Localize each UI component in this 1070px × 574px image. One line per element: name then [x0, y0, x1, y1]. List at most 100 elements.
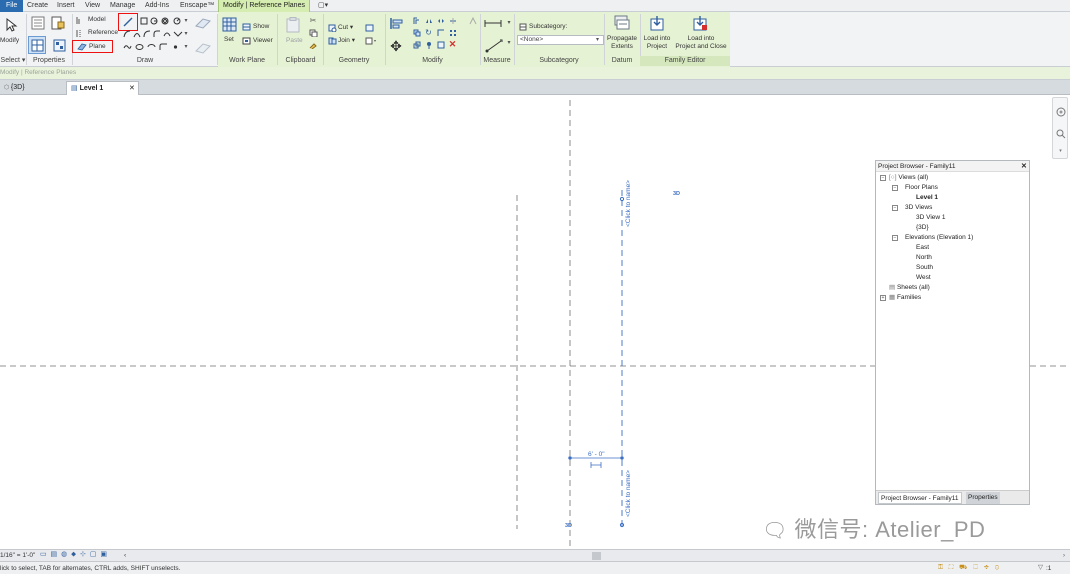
eq-toggle-icon[interactable]	[590, 462, 602, 468]
work-plane-grid-icon[interactable]	[193, 15, 213, 31]
measure-distance-icon[interactable]	[484, 38, 504, 54]
tab-create[interactable]: Create	[27, 0, 48, 12]
modify-cursor-icon[interactable]	[2, 16, 20, 34]
tree-node-3d[interactable]: {3D}	[916, 223, 929, 232]
tab-view[interactable]: View	[85, 0, 100, 12]
subcategory-select[interactable]: <None> ▾	[517, 35, 604, 45]
wall-join-icon[interactable]	[364, 23, 374, 32]
tree-node-east[interactable]: East	[916, 243, 929, 252]
tab-3d-view[interactable]: ⬡ {3D}	[0, 81, 60, 95]
circle-icon[interactable]	[172, 16, 181, 25]
click-to-name-top[interactable]: <Click to name>	[625, 180, 632, 227]
fillet-arc-icon[interactable]	[152, 29, 161, 38]
model-line-icon[interactable]	[75, 15, 85, 25]
horizontal-scrollbar-thumb[interactable]	[592, 552, 601, 560]
mirror-draw-axis-icon[interactable]	[436, 16, 445, 25]
tree-node-views[interactable]: [○] Views (all)	[889, 173, 928, 182]
copy-modify-icon[interactable]	[412, 28, 421, 37]
pin-icon[interactable]	[424, 40, 433, 49]
tree-node-sheets[interactable]: ▤ Sheets (all)	[889, 283, 930, 292]
dimension-value[interactable]: 6' - 0"	[588, 451, 605, 458]
filter-icon[interactable]: ▽	[1038, 564, 1043, 572]
family-category-icon[interactable]	[50, 36, 68, 54]
close-tab-icon[interactable]: ✕	[129, 82, 135, 95]
modify-extra-icon[interactable]	[468, 16, 477, 25]
show-work-plane-icon[interactable]	[241, 22, 251, 31]
tab-modify-reference-planes[interactable]: Modify | Reference Planes	[218, 0, 310, 12]
draw-dropdown-icon[interactable]: ▾	[183, 16, 189, 25]
load-into-project-close-label[interactable]: Load into Project and Close	[673, 35, 729, 51]
propagate-extents-label[interactable]: Propagate Extents	[605, 35, 639, 51]
paste-label[interactable]: Paste	[286, 37, 303, 45]
dimension-witness-end[interactable]	[620, 456, 624, 460]
pick-lines-icon[interactable]	[172, 29, 183, 38]
load-into-project-close-icon[interactable]	[691, 14, 709, 32]
view-control-icons[interactable]: ▭ ▤ ◍ ⬥ ⊹ ▢ ▣	[40, 551, 108, 559]
tree-node-level-1[interactable]: Level 1	[916, 193, 938, 202]
view-bar-chevron[interactable]: ‹	[124, 552, 126, 560]
spline-icon[interactable]	[122, 42, 132, 51]
nav-bar-chevron-icon[interactable]: ▾	[1058, 148, 1063, 154]
collapse-toggle-icon[interactable]: −	[892, 205, 898, 211]
tab-enscape[interactable]: Enscape™	[180, 0, 214, 12]
partial-ellipse-icon[interactable]	[146, 42, 156, 51]
reference-label[interactable]: Reference	[88, 29, 118, 37]
tab-insert[interactable]: Insert	[57, 0, 75, 12]
show-label[interactable]: Show	[253, 23, 269, 31]
type-properties-icon[interactable]	[50, 15, 66, 31]
tree-node-3d-views[interactable]: 3D Views	[905, 203, 932, 212]
copy-icon[interactable]	[308, 28, 318, 37]
load-into-project-label[interactable]: Load into Project	[641, 35, 673, 51]
click-to-name-bottom[interactable]: <Click to name>	[625, 470, 632, 517]
expand-toggle-icon[interactable]: +	[880, 295, 886, 301]
measure-dropdown-icon[interactable]: ▾	[506, 18, 512, 27]
array-icon[interactable]	[448, 28, 457, 37]
tree-node-floor-plans[interactable]: Floor Plans	[905, 183, 938, 192]
delete-icon[interactable]: ✕	[448, 40, 457, 49]
viewer-label[interactable]: Viewer	[253, 37, 273, 45]
project-browser-tree[interactable]: − [○] Views (all) − Floor Plans Level 1 …	[876, 172, 1029, 490]
scroll-right-icon[interactable]: ›	[1063, 552, 1065, 560]
tree-node-west[interactable]: West	[916, 273, 931, 282]
split-face-icon[interactable]	[364, 36, 378, 45]
measure-dropdown-icon-2[interactable]: ▾	[506, 38, 512, 47]
select-group-label[interactable]: Select ▾	[0, 56, 26, 66]
scale-icon[interactable]	[412, 40, 421, 49]
rectangle-icon[interactable]	[139, 16, 148, 25]
trim-extend-icon[interactable]	[436, 28, 445, 37]
arc-start-end-icon[interactable]	[132, 29, 141, 38]
viewer-icon[interactable]	[241, 36, 251, 45]
rotate-icon[interactable]: ↻	[424, 28, 433, 37]
selection-filter-icons[interactable]: ⚿ ⛶ ⛟ ⬚ ✥ ⊙	[938, 564, 1001, 572]
arc-icon[interactable]	[122, 29, 131, 38]
tree-node-north[interactable]: North	[916, 253, 932, 262]
set-label[interactable]: Set	[224, 36, 234, 44]
tab-project-browser[interactable]: Project Browser - Family11	[878, 492, 962, 504]
steering-wheel-icon[interactable]	[1055, 106, 1066, 117]
zoom-icon[interactable]	[1055, 128, 1066, 139]
join-label[interactable]: Join ▾	[338, 37, 355, 45]
cut-scissors-icon[interactable]: ✂	[308, 16, 318, 25]
draw-dropdown-icon-3[interactable]: ▾	[183, 42, 189, 51]
pick-faces-icon[interactable]	[158, 42, 168, 51]
collapse-toggle-icon[interactable]: −	[880, 175, 886, 181]
aligned-dimension-icon[interactable]	[484, 18, 504, 28]
3d-tag-top[interactable]: 3D	[673, 191, 680, 197]
match-properties-icon[interactable]	[308, 40, 318, 49]
paste-icon[interactable]	[285, 16, 301, 34]
view-scale[interactable]: 1/16" = 1'-0"	[0, 552, 35, 560]
mirror-pick-axis-icon[interactable]	[424, 16, 433, 25]
file-tab[interactable]: File	[0, 0, 24, 12]
tree-node-south[interactable]: South	[916, 263, 933, 272]
tab-manage[interactable]: Manage	[110, 0, 135, 12]
tab-overflow[interactable]: ▢▾	[318, 0, 328, 12]
arc-center-icon[interactable]	[142, 29, 151, 38]
dimension-witness-start[interactable]	[568, 456, 572, 460]
model-label[interactable]: Model	[88, 16, 106, 24]
reference-line-icon[interactable]	[75, 28, 85, 38]
point-element-icon[interactable]	[170, 42, 180, 51]
tab-level-1[interactable]: ▤ Level 1 ✕	[66, 81, 139, 95]
ellipse-icon[interactable]	[134, 42, 144, 51]
tree-node-elevations[interactable]: Elevations (Elevation 1)	[905, 233, 973, 242]
family-types-icon[interactable]	[28, 36, 46, 54]
